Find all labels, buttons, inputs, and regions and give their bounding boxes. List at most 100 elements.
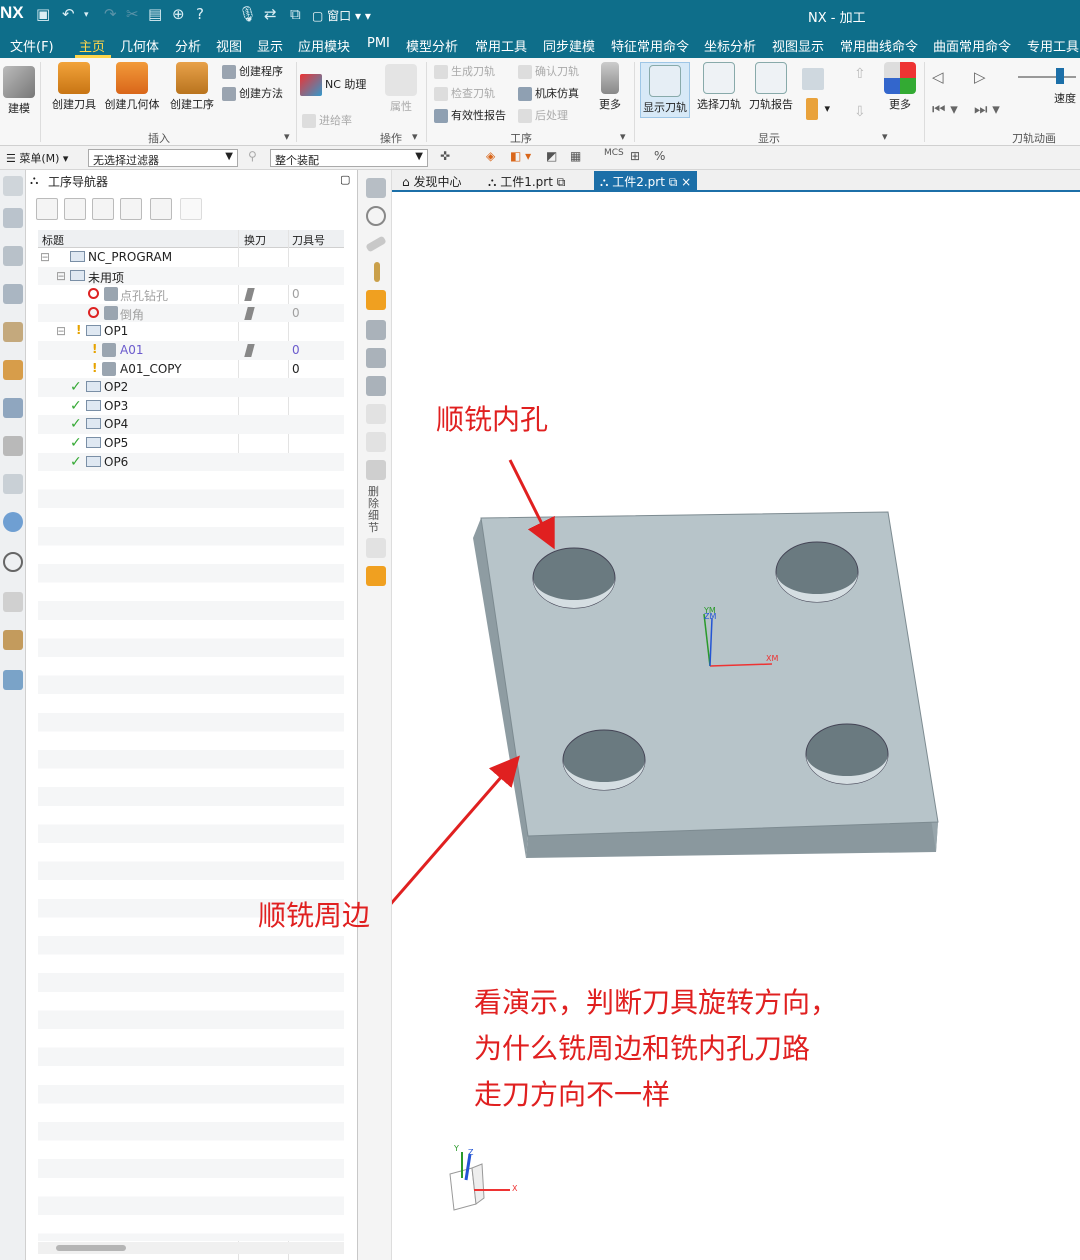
tab-discovery-center[interactable]: ⌂ 发现中心 (396, 171, 467, 191)
info-icon[interactable] (366, 566, 386, 586)
remove-details-label[interactable]: 删除细节 (368, 486, 382, 534)
help-icon[interactable]: ? (196, 5, 204, 23)
menu-curve-commands[interactable]: 常用曲线命令 (840, 36, 918, 55)
tab-part2[interactable]: ⛬ 工件2.prt ⧉ × (594, 171, 698, 191)
tree-row-op6[interactable]: ✓ OP6 (38, 452, 344, 472)
role-icon[interactable] (3, 630, 23, 650)
history-clock-icon[interactable] (3, 552, 23, 572)
speed-slider-handle[interactable] (1056, 68, 1064, 84)
geometry-view-icon[interactable] (92, 198, 114, 220)
globe-icon[interactable] (3, 512, 23, 532)
assembly-scope-select[interactable]: 整个装配 ▼ (270, 149, 428, 167)
tree-row-nc-program[interactable]: ⊟ NC_PROGRAM (38, 248, 344, 267)
menu-applications[interactable]: 应用模块 (298, 36, 350, 55)
more-display-button[interactable]: 更多 (880, 62, 920, 112)
paste-icon[interactable]: ▤ (148, 5, 162, 23)
menu-coord-analysis[interactable]: 坐标分析 (704, 36, 756, 55)
select-path-button[interactable]: 选择刀轨 (694, 62, 744, 112)
tree-row-chamfer[interactable]: 倒角 0 (38, 303, 344, 323)
menu-sync-modeling[interactable]: 同步建模 (543, 36, 595, 55)
create-method-button[interactable]: 创建方法 (222, 85, 283, 101)
operation-navigator-icon[interactable] (3, 284, 23, 304)
graphics-viewport[interactable]: YM ZM XM X Y Z 顺铣内孔 顺铣周边 看演示，判断刀具旋转方向， 为… (258, 194, 1080, 1260)
tree-row-a01[interactable]: ! A01 0 (38, 341, 344, 360)
view-orient-icon[interactable] (366, 178, 386, 198)
layer-copy-icon[interactable] (366, 348, 386, 368)
tree-row-op5[interactable]: ✓ OP5 (38, 434, 344, 453)
menu-home[interactable]: 主页 (79, 36, 105, 55)
menu-feature-commands[interactable]: 特征常用命令 (611, 36, 689, 55)
menu-special-tools[interactable]: 专用工具 (1027, 36, 1079, 55)
tree-row-op1[interactable]: ⊟ ! OP1 (38, 322, 344, 341)
measure-icon[interactable]: % (654, 149, 665, 163)
tree-row-drilling[interactable]: 点孔钻孔 0 (38, 285, 344, 304)
more-operations-button[interactable]: 更多 (594, 62, 626, 112)
play-forward-icon[interactable]: ▷ (974, 68, 986, 86)
tab-part1[interactable]: ⛬ 工件1.prt ⧉ (482, 171, 571, 191)
nc-assistant-button[interactable]: NC 助理 (300, 74, 366, 96)
group-insert-expand-icon[interactable]: ▾ (284, 130, 290, 143)
create-geometry-button[interactable]: 创建几何体 (102, 62, 162, 112)
machine-tool-icon[interactable] (3, 322, 23, 342)
ruler-icon[interactable] (365, 235, 387, 253)
select-face-icon[interactable]: ◧ ▾ (510, 149, 531, 163)
hd3d-icon[interactable] (3, 436, 23, 456)
create-program-button[interactable]: 创建程序 (222, 63, 283, 79)
menu-pmi[interactable]: PMI (367, 36, 390, 51)
column-tool-change[interactable]: 换刀 (244, 232, 266, 248)
menu-file[interactable]: 文件(F) (10, 36, 54, 55)
shaded-view-icon[interactable]: ◩ (546, 149, 557, 163)
link-icon[interactable]: ⇄ (264, 5, 277, 23)
maximize-icon[interactable]: ▢ (340, 173, 350, 186)
program-view-icon[interactable] (36, 198, 58, 220)
fast-forward-icon[interactable]: ⏭ ▾ (974, 100, 1000, 118)
column-title[interactable]: 标题 (42, 232, 64, 248)
part-navigator-icon[interactable] (3, 208, 23, 228)
find-icon[interactable] (150, 198, 172, 220)
menu-display[interactable]: 显示 (257, 36, 283, 55)
tree-row-op3[interactable]: ✓ OP3 (38, 397, 344, 416)
mcs-icon[interactable]: MCS (604, 148, 624, 158)
undo-dropdown-icon[interactable]: ▾ (84, 10, 89, 20)
web-browser-icon[interactable] (3, 474, 23, 494)
machine-view-icon[interactable] (64, 198, 86, 220)
tool-library-icon[interactable] (3, 360, 23, 380)
type-filter-select[interactable]: 无选择过滤器 ▼ (88, 149, 238, 167)
group-procedure-expand-icon[interactable]: ▾ (620, 130, 626, 143)
step-back-icon[interactable]: ◁ (932, 68, 944, 86)
modeling-button[interactable]: 建模 (2, 66, 36, 116)
settings-icon[interactable] (3, 176, 23, 196)
menu-analysis[interactable]: 分析 (175, 36, 201, 55)
close-tab-icon[interactable]: × (681, 175, 691, 189)
menu-button[interactable]: ☰ 菜单(M) ▾ (6, 150, 68, 166)
assembly-navigator-icon[interactable] (3, 246, 23, 266)
column-tool-number[interactable]: 刀具号 (292, 232, 325, 248)
scrollbar-thumb[interactable] (56, 1245, 126, 1251)
create-tool-button[interactable]: 创建刀具 (48, 62, 100, 112)
save-icon[interactable]: ▣ (36, 5, 50, 23)
horizontal-scrollbar[interactable] (38, 1242, 344, 1254)
speed-slider-track[interactable] (1018, 76, 1076, 78)
wcs-icon[interactable]: ⊞ (630, 149, 640, 163)
group-operate-expand-icon[interactable]: ▾ (412, 130, 418, 143)
menu-view-display[interactable]: 视图显示 (772, 36, 824, 55)
menu-common-tools[interactable]: 常用工具 (475, 36, 527, 55)
switch-window-icon[interactable]: ⧉ (290, 5, 301, 23)
microphone-icon[interactable]: 🎙 (238, 5, 257, 23)
snap-point-icon[interactable]: ✜ (440, 149, 450, 163)
system-scene-icon[interactable] (3, 670, 23, 690)
method-view-icon[interactable] (120, 198, 142, 220)
add-object-icon[interactable] (366, 290, 386, 310)
layer-move-icon[interactable] (366, 376, 386, 396)
path-report-button[interactable]: 刀轨报告 (746, 62, 796, 112)
undo-icon[interactable]: ↶ (62, 5, 75, 23)
tree-row-op4[interactable]: ✓ OP4 (38, 415, 344, 434)
tree-row-op2[interactable]: ✓ OP2 (38, 378, 344, 397)
layer-settings-icon[interactable] (366, 320, 386, 340)
group-display-expand-icon[interactable]: ▾ (882, 130, 888, 143)
window-menu[interactable]: ▢ 窗口 ▾ ▾ (312, 7, 371, 24)
tree-row-unused[interactable]: ⊟ 未用项 (38, 266, 344, 286)
reuse-library-icon[interactable] (3, 398, 23, 418)
menu-model-analysis[interactable]: 模型分析 (406, 36, 458, 55)
rewind-icon[interactable]: ⏮ ▾ (932, 100, 958, 118)
